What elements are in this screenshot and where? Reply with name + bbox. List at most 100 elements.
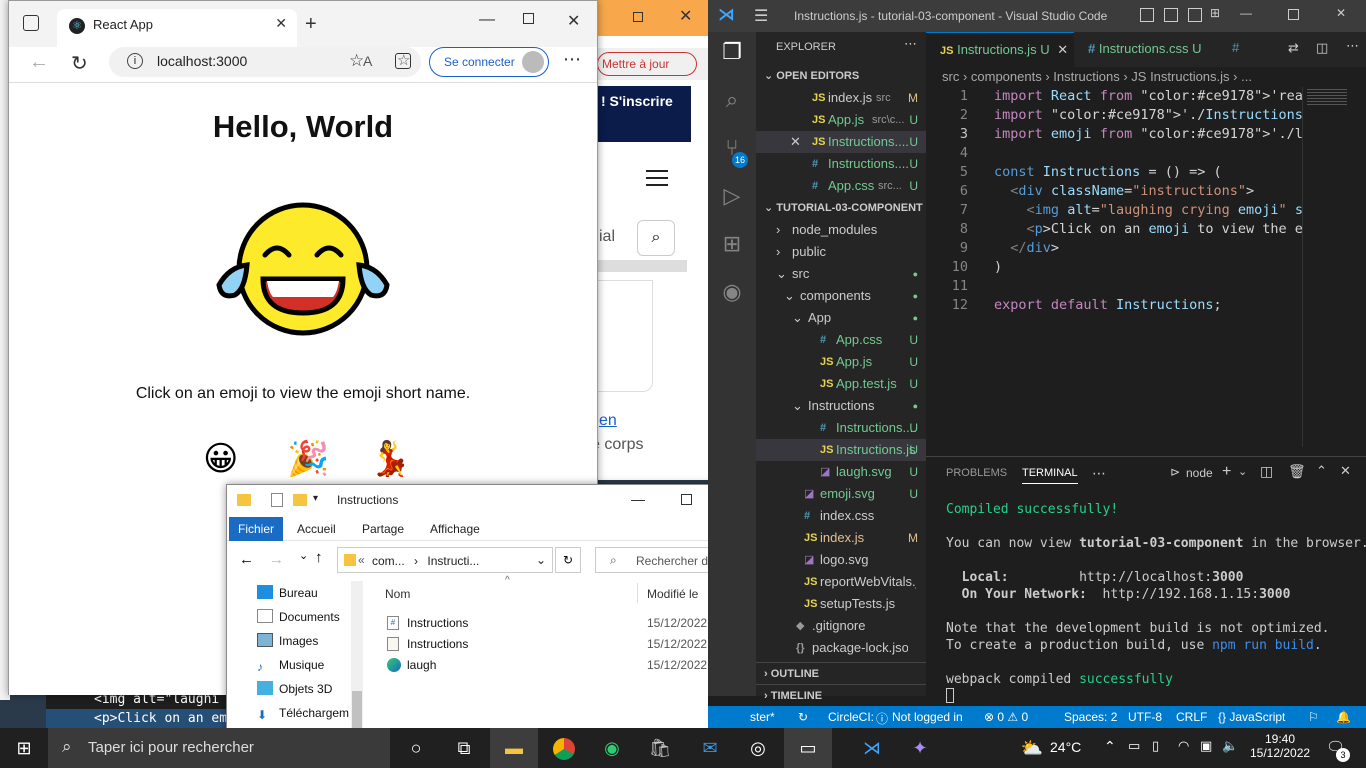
column-modified-header[interactable]: Modifié le: [647, 587, 698, 601]
tree-item[interactable]: ⌄ components ●: [756, 285, 926, 307]
minimize-icon[interactable]: —: [1240, 6, 1252, 20]
split-editor-icon[interactable]: ◫: [1316, 40, 1328, 56]
app-icon[interactable]: ◎: [734, 728, 782, 768]
tree-item[interactable]: ⌄ src ●: [756, 263, 926, 285]
properties-icon[interactable]: [271, 493, 283, 507]
terminal-shell[interactable]: node: [1186, 466, 1213, 480]
tree-item[interactable]: › public: [756, 241, 926, 263]
git-branch[interactable]: ster*: [750, 710, 775, 724]
close-icon[interactable]: ✕: [567, 11, 580, 31]
mail-icon[interactable]: ✉: [686, 728, 734, 768]
tree-item[interactable]: {} package-lock.json: [756, 637, 926, 659]
ribbon-tab-partage[interactable]: Partage: [362, 522, 404, 536]
recent-dropdown-icon[interactable]: ⌄: [299, 549, 308, 562]
edge-icon[interactable]: ◉: [588, 728, 636, 768]
tab-problems[interactable]: PROBLEMS: [946, 467, 1007, 479]
circleci-label[interactable]: CircleCI:: [828, 710, 874, 724]
open-editor-item[interactable]: # App.css src... U: [756, 175, 926, 197]
explorer-icon[interactable]: ❐: [720, 40, 744, 64]
tree-item[interactable]: JS reportWebVitals.js: [756, 571, 926, 593]
store-icon[interactable]: 🛍: [636, 728, 684, 768]
column-divider[interactable]: [637, 583, 638, 603]
up-icon[interactable]: ↑: [315, 549, 323, 566]
grinning-emoji-button[interactable]: 😀: [203, 439, 238, 479]
more-actions-icon[interactable]: ⋯: [904, 36, 917, 52]
maximize-icon[interactable]: [633, 12, 643, 22]
hamburger-menu-icon[interactable]: [646, 170, 668, 186]
column-name-header[interactable]: Nom: [385, 587, 410, 601]
tree-item[interactable]: JS App.js U: [756, 351, 926, 373]
open-editor-item[interactable]: JS index.js src M: [756, 87, 926, 109]
tree-item[interactable]: JS App.test.js U: [756, 373, 926, 395]
minimap[interactable]: [1302, 87, 1358, 447]
breadcrumb[interactable]: src › components › Instructions › JS Ins…: [926, 67, 1366, 87]
customize-layout-icon[interactable]: ⊞: [1210, 6, 1220, 20]
refresh-icon[interactable]: ↻: [555, 547, 581, 573]
back-icon[interactable]: ←: [29, 51, 49, 74]
refresh-icon[interactable]: ↻: [71, 51, 88, 76]
horizontal-scrollbar[interactable]: [591, 260, 687, 272]
close-icon[interactable]: ✕: [679, 6, 692, 26]
git-client-icon[interactable]: ✦: [896, 728, 944, 768]
problems-count[interactable]: ⊗ 0 ⚠ 0: [984, 710, 1028, 724]
nav-item-objets-3d[interactable]: Objets 3D: [257, 679, 332, 699]
tree-item[interactable]: ⌄ App ●: [756, 307, 926, 329]
path-segment[interactable]: com...: [372, 554, 405, 568]
ribbon-tab-affichage[interactable]: Affichage: [430, 522, 480, 536]
tab-terminal[interactable]: TERMINAL: [1022, 467, 1078, 484]
vscode-taskbar-icon[interactable]: ⋊: [848, 728, 896, 768]
path-bar[interactable]: « com... › Instructi... ⌄: [337, 547, 553, 573]
open-editor-item[interactable]: # Instructions.... U: [756, 153, 926, 175]
tree-item[interactable]: JS setupTests.js: [756, 593, 926, 615]
show-hidden-icons[interactable]: ⌃: [1104, 738, 1116, 755]
indentation[interactable]: Spaces: 2: [1064, 710, 1117, 724]
open-editors-section[interactable]: ⌄ OPEN EDITORS: [756, 65, 926, 87]
battery-icon[interactable]: ▭: [1128, 738, 1140, 754]
volume-icon[interactable]: 🔈: [1222, 738, 1238, 754]
taskbar-search[interactable]: ⌕ Taper ici pour rechercher: [48, 728, 390, 768]
minimize-icon[interactable]: —: [479, 11, 495, 29]
nav-item-images[interactable]: Images: [257, 631, 318, 651]
toggle-secondary-sidebar-icon[interactable]: [1188, 8, 1202, 22]
weather-temp[interactable]: 24°C: [1050, 739, 1081, 755]
tab-instructions-js[interactable]: JS Instructions.js U ✕: [926, 32, 1074, 67]
run-debug-icon[interactable]: ▷: [720, 184, 744, 208]
project-section[interactable]: ⌄ TUTORIAL-03-COMPONENT: [756, 197, 926, 219]
ribbon-tab-fichier[interactable]: Fichier: [229, 517, 283, 541]
display-icon[interactable]: ▣: [1200, 738, 1212, 754]
more-icon[interactable]: ⋯: [1092, 465, 1106, 482]
signup-banner[interactable]: ! S'inscrire: [591, 86, 691, 142]
tree-item[interactable]: ◪ emoji.svg U: [756, 483, 926, 505]
tree-item[interactable]: JS index.js M: [756, 527, 926, 549]
feedback-icon[interactable]: ⚐: [1308, 710, 1319, 724]
nav-item-telechargements[interactable]: ⬇ Téléchargem: [257, 703, 349, 723]
close-editor-icon[interactable]: ✕: [790, 131, 801, 153]
tree-item[interactable]: # index.css: [756, 505, 926, 527]
toggle-panel-icon[interactable]: [1164, 8, 1178, 22]
search-icon[interactable]: ⌕: [637, 220, 675, 256]
navigation-scrollbar[interactable]: [351, 581, 363, 733]
tree-item[interactable]: › node_modules: [756, 219, 926, 241]
scrollbar-thumb[interactable]: [352, 691, 362, 731]
collections-icon[interactable]: [395, 53, 411, 69]
open-editor-item-active[interactable]: ✕ JS Instructions.... U: [756, 131, 926, 153]
favorites-icon[interactable]: ☆: [349, 51, 364, 71]
partial-link[interactable]: en: [599, 412, 617, 430]
close-panel-icon[interactable]: ✕: [1340, 463, 1351, 479]
close-tab-icon[interactable]: ✕: [275, 15, 287, 32]
device-icon[interactable]: ▯: [1152, 738, 1159, 754]
party-popper-emoji-button[interactable]: 🎉: [287, 439, 329, 479]
terminal-taskbar-icon[interactable]: ▭: [784, 728, 832, 768]
search-icon[interactable]: ⌕: [720, 88, 744, 112]
kill-terminal-icon[interactable]: 🗑: [1288, 463, 1306, 480]
tree-item[interactable]: # Instructions.... U: [756, 417, 926, 439]
update-button[interactable]: Mettre à jour: [597, 52, 697, 76]
menu-icon[interactable]: ☰: [754, 6, 768, 26]
sync-icon[interactable]: ↻: [798, 710, 808, 724]
overflow-tab-icon[interactable]: #: [1232, 40, 1239, 55]
extensions-icon[interactable]: ⊞: [720, 232, 744, 256]
file-explorer-taskbar-icon[interactable]: ▬: [490, 728, 538, 768]
tab-actions-icon[interactable]: [23, 15, 39, 31]
quick-access-dropdown-icon[interactable]: ▾: [313, 493, 318, 504]
close-tab-icon[interactable]: ✕: [1057, 42, 1068, 57]
